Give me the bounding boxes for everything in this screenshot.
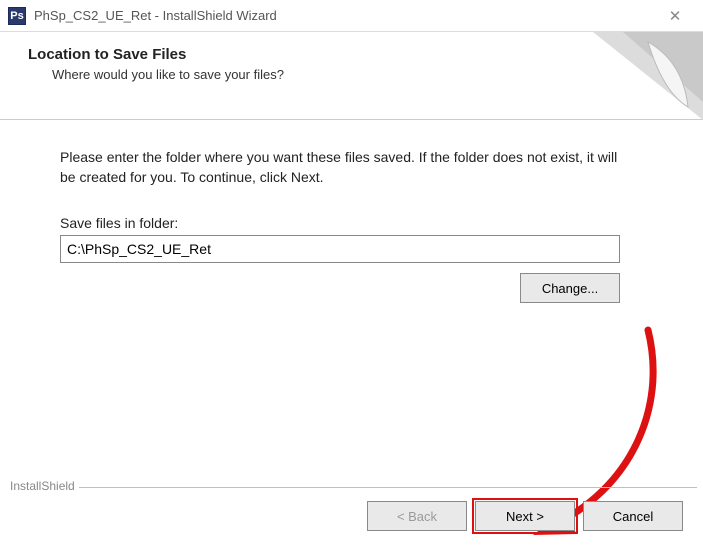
- cancel-button[interactable]: Cancel: [583, 501, 683, 531]
- header-title: Location to Save Files: [28, 46, 284, 63]
- separator-line: [6, 487, 697, 488]
- window-title: PhSp_CS2_UE_Ret - InstallShield Wizard: [34, 8, 655, 23]
- wizard-footer: InstallShield < Back Next > Cancel: [0, 479, 703, 549]
- next-button[interactable]: Next >: [475, 501, 575, 531]
- close-button[interactable]: ✕: [655, 7, 695, 25]
- button-row: < Back Next > Cancel: [367, 501, 683, 531]
- app-icon: Ps: [8, 7, 26, 25]
- change-button[interactable]: Change...: [520, 273, 620, 303]
- wizard-content: Please enter the folder where you want t…: [0, 120, 703, 479]
- titlebar: Ps PhSp_CS2_UE_Ret - InstallShield Wizar…: [0, 0, 703, 32]
- page-curl-icon: [593, 32, 703, 120]
- path-input[interactable]: [60, 235, 620, 263]
- installer-window: Ps PhSp_CS2_UE_Ret - InstallShield Wizar…: [0, 0, 703, 549]
- back-button: < Back: [367, 501, 467, 531]
- instruction-text: Please enter the folder where you want t…: [60, 148, 620, 187]
- brand-label: InstallShield: [6, 479, 79, 493]
- header-subtitle: Where would you like to save your files?: [52, 67, 284, 82]
- wizard-header: Location to Save Files Where would you l…: [0, 32, 703, 120]
- path-label: Save files in folder:: [60, 215, 663, 231]
